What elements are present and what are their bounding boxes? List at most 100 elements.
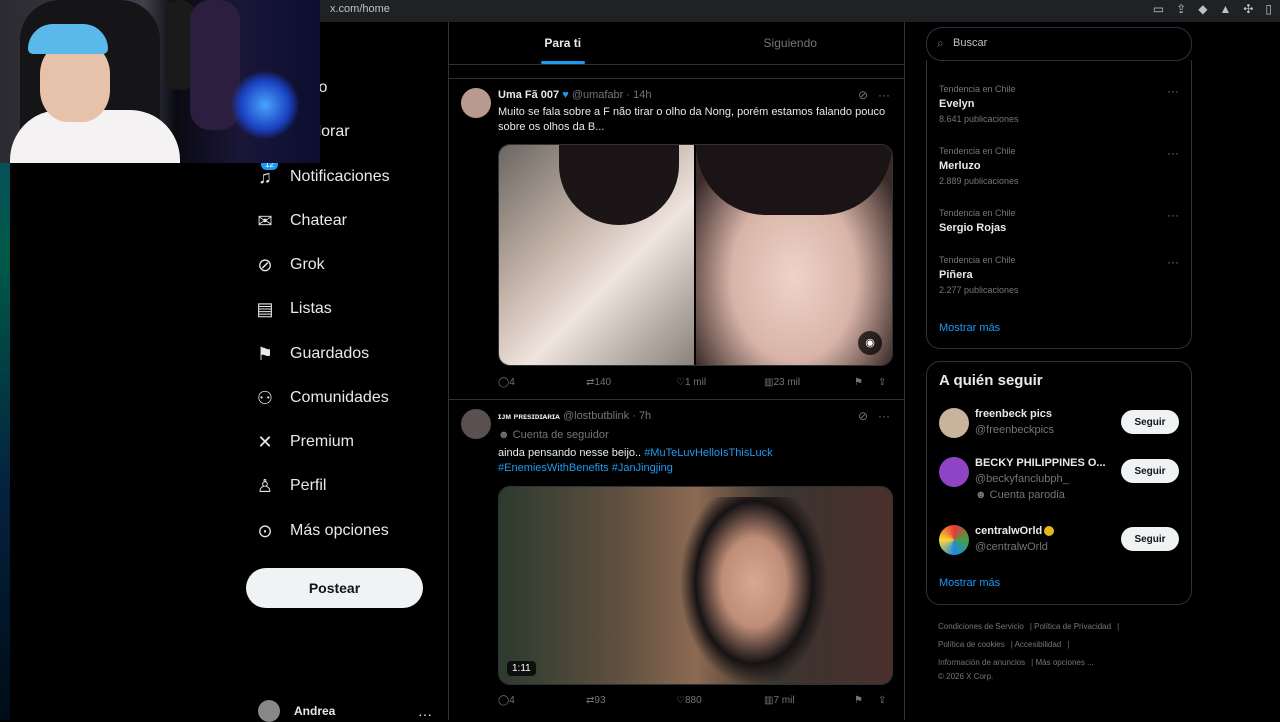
- more-dots-icon[interactable]: ···: [878, 88, 890, 102]
- like-button[interactable]: ♡ 880: [676, 695, 702, 706]
- nav-item-listas[interactable]: ▤ Listas: [252, 293, 331, 325]
- nav-item-notificaciones[interactable]: ♫ 12 Notificaciones: [252, 159, 390, 193]
- tweet[interactable]: ɪᴊᴍ ᴘʀᴇsɪᴅɪᴀʀɪᴀ @lostbutblink · 7h ⊘ ···…: [449, 400, 904, 720]
- nav-item-chatear[interactable]: ✉ Chatear: [252, 205, 346, 237]
- extensions-icon[interactable]: ✣: [1243, 2, 1253, 16]
- avatar[interactable]: [939, 525, 969, 555]
- follow-suggestion[interactable]: BECKY PHILIPPINES O... @beckyfanclubph_ …: [939, 457, 1179, 501]
- nav-item-perfil[interactable]: ♙ Perfil: [252, 470, 327, 502]
- repost-button[interactable]: ⇄ 93: [586, 695, 606, 706]
- repost-count: 140: [594, 377, 612, 388]
- footer-link[interactable]: Política de cookies: [938, 640, 1005, 649]
- author-handle[interactable]: @umafabr: [572, 89, 624, 101]
- nav-item-guardados[interactable]: ⚑ Guardados: [252, 338, 369, 370]
- more-dots-icon[interactable]: ···: [1167, 84, 1179, 98]
- tweet-video[interactable]: 1:11: [498, 486, 893, 685]
- trend-item[interactable]: Tendencia en Chile Evelyn 8.641 publicac…: [939, 84, 1179, 124]
- media-options-icon[interactable]: ◉: [858, 331, 882, 355]
- x-logo-icon: ✕: [257, 431, 273, 452]
- reply-button[interactable]: ◯ 4: [498, 695, 515, 706]
- trends-show-more[interactable]: Mostrar más: [939, 322, 1000, 334]
- follow-suggestion[interactable]: freenbeck pics @freenbeckpics Seguir: [939, 408, 1179, 452]
- share-icon[interactable]: ⇪: [1176, 2, 1186, 16]
- follow-button[interactable]: Seguir: [1121, 459, 1179, 483]
- share-icon[interactable]: ⇪: [878, 377, 886, 388]
- follow-suggestion[interactable]: centralwOrld @centralwOrld Seguir: [939, 525, 1179, 569]
- post-button[interactable]: Postear: [246, 568, 423, 608]
- share-icon[interactable]: ⇪: [878, 695, 886, 706]
- address-bar[interactable]: x.com/home: [330, 3, 390, 15]
- views-button[interactable]: ▥ 7 mil: [764, 695, 795, 706]
- tweet-header: Uma Fã 007 ♥ @umafabr · 14h: [498, 89, 651, 101]
- avatar[interactable]: [461, 88, 491, 118]
- views-button[interactable]: ▥ 23 mil: [764, 377, 800, 388]
- footer-link[interactable]: Información de anuncios: [938, 658, 1025, 667]
- author-name[interactable]: Uma Fã 007: [498, 89, 559, 101]
- list-icon: ▤: [256, 298, 274, 319]
- footer-link[interactable]: Política de Privacidad: [1034, 622, 1111, 631]
- account-label-text: Cuenta de seguidor: [512, 429, 609, 441]
- tab-siguiendo[interactable]: Siguiendo: [677, 22, 905, 64]
- tab-para-ti[interactable]: Para ti: [449, 22, 677, 64]
- trend-item[interactable]: Tendencia en Chile Sergio Rojas ···: [939, 208, 1179, 234]
- trend-item[interactable]: Tendencia en Chile Merluzo 2.889 publica…: [939, 146, 1179, 186]
- account-name-row[interactable]: centralwOrld: [975, 525, 1055, 537]
- account-handle: @freenbeckpics: [975, 424, 1055, 436]
- view-count: 7 mil: [773, 695, 795, 706]
- brave-shield-icon[interactable]: ◆: [1198, 2, 1207, 16]
- more-circle-icon: ⊙: [257, 520, 273, 541]
- bookmark-icon[interactable]: ⚑: [854, 377, 863, 388]
- cast-icon[interactable]: ▭: [1153, 2, 1164, 16]
- tweet[interactable]: Uma Fã 007 ♥ @umafabr · 14h ⊘ ··· Muito …: [449, 79, 904, 399]
- nav-label: Premium: [290, 433, 355, 450]
- trend-name: Merluzo: [939, 160, 981, 172]
- more-dots-icon[interactable]: ···: [1167, 146, 1179, 160]
- more-dots-icon[interactable]: ···: [1167, 255, 1179, 269]
- bookmark-icon: ⚑: [256, 343, 274, 364]
- tweet-actions: ◯ 4 ⇄ 140 ♡ 1 mil ▥ 23 mil ⚑ ⇪: [498, 377, 891, 391]
- tweet-media[interactable]: ◉: [498, 144, 893, 366]
- feed-tabs: Para ti Siguiendo: [449, 22, 904, 65]
- account-switcher[interactable]: Andrea ···: [258, 700, 432, 722]
- avatar[interactable]: [939, 408, 969, 438]
- nav-item-comunidades[interactable]: ⚇ Comunidades: [252, 382, 389, 414]
- author-name[interactable]: ɪᴊᴍ ᴘʀᴇsɪᴅɪᴀʀɪᴀ: [498, 412, 560, 421]
- tweet-time[interactable]: · 7h: [632, 410, 651, 422]
- footer-link[interactable]: Condiciones de Servicio: [938, 622, 1024, 631]
- footer-link[interactable]: Accesibilidad: [1015, 640, 1062, 649]
- grok-icon[interactable]: ⊘: [858, 88, 868, 102]
- like-button[interactable]: ♡ 1 mil: [676, 377, 706, 388]
- avatar[interactable]: [461, 409, 491, 439]
- video-duration: 1:11: [507, 661, 536, 676]
- tweet-time[interactable]: · 14h: [626, 89, 651, 101]
- communities-icon: ⚇: [256, 387, 274, 408]
- nav-item-mas-opciones[interactable]: ⊙ Más opciones: [252, 515, 388, 547]
- search-icon: ⌕: [937, 36, 944, 50]
- reply-button[interactable]: ◯ 4: [498, 377, 515, 388]
- trend-name: Sergio Rojas: [939, 222, 1007, 234]
- trend-count: 8.641 publicaciones: [939, 114, 1019, 124]
- nav-item-premium[interactable]: ✕ Premium: [252, 426, 354, 458]
- hashtag[interactable]: #EnemiesWithBenefits #JanJingjing: [498, 462, 673, 474]
- rewards-icon[interactable]: ▲: [1219, 2, 1231, 16]
- bookmark-icon[interactable]: ⚑: [854, 695, 863, 706]
- avatar[interactable]: [939, 457, 969, 487]
- search-input[interactable]: ⌕ Buscar: [926, 27, 1192, 61]
- more-dots-icon[interactable]: ···: [878, 409, 890, 423]
- author-handle[interactable]: @lostbutblink: [563, 410, 629, 422]
- footer-link[interactable]: Más opciones ...: [1035, 658, 1093, 667]
- grok-icon[interactable]: ⊘: [858, 409, 868, 423]
- follow-button[interactable]: Seguir: [1121, 527, 1179, 551]
- trend-item[interactable]: Tendencia en Chile Piñera 2.277 publicac…: [939, 255, 1179, 295]
- sidebar-toggle-icon[interactable]: ▯: [1265, 2, 1272, 16]
- more-dots-icon[interactable]: ···: [1167, 208, 1179, 222]
- nav-label: Guardados: [290, 345, 370, 362]
- account-name[interactable]: BECKY PHILIPPINES O...: [975, 457, 1106, 469]
- nav-item-grok[interactable]: ⊘ Grok: [252, 249, 324, 281]
- hashtag[interactable]: #MuTeLuvHelloIsThisLuck: [644, 447, 772, 459]
- account-name[interactable]: freenbeck pics: [975, 408, 1052, 420]
- repost-button[interactable]: ⇄ 140: [586, 377, 611, 388]
- follow-show-more[interactable]: Mostrar más: [939, 577, 1000, 589]
- follow-button[interactable]: Seguir: [1121, 410, 1179, 434]
- tweet-text: Muito se fala sobre a F não tirar o olho…: [498, 106, 886, 133]
